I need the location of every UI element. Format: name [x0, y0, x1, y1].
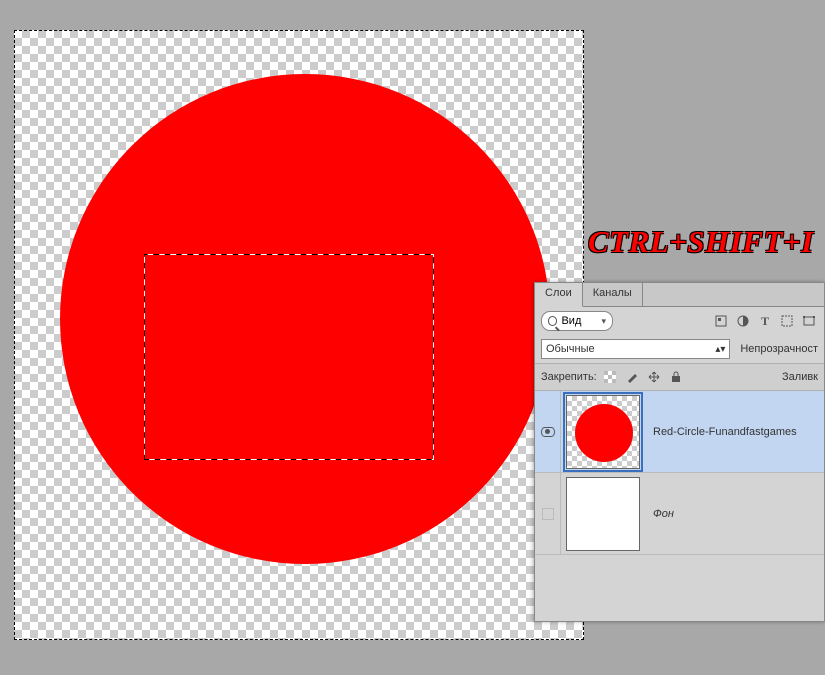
eye-icon — [541, 427, 555, 437]
lock-move-icon[interactable] — [645, 368, 663, 386]
lock-label: Закрепить: — [541, 371, 597, 383]
filter-input[interactable] — [561, 315, 597, 327]
fill-label: Заливк — [782, 371, 818, 383]
blend-row: Обычные ▴▾ Непрозрачност — [535, 335, 824, 363]
visibility-toggle[interactable] — [535, 391, 561, 472]
filter-type-icon[interactable]: T — [756, 312, 774, 330]
layer-thumbnail[interactable] — [566, 477, 640, 551]
lock-transparent-icon[interactable] — [601, 368, 619, 386]
opacity-label: Непрозрачност — [740, 343, 818, 355]
lock-paint-icon[interactable] — [623, 368, 641, 386]
layer-row[interactable]: Фон — [535, 473, 824, 555]
lock-row: Закрепить: Заливк — [535, 363, 824, 391]
red-circle-shape — [60, 74, 550, 564]
layer-filter[interactable]: ▾ — [541, 311, 613, 331]
layer-row[interactable]: Red-Circle-Funandfastgames — [535, 391, 824, 473]
dropdown-icon: ▴▾ — [715, 344, 725, 355]
visibility-toggle[interactable] — [535, 473, 561, 554]
layer-name[interactable]: Red-Circle-Funandfastgames — [645, 391, 824, 472]
blend-mode-value: Обычные — [546, 343, 595, 355]
layer-thumbnail[interactable] — [566, 395, 640, 469]
canvas-area — [0, 0, 588, 675]
layers-panel: Слои Каналы ▾ T — [534, 282, 825, 622]
filter-smart-icon[interactable] — [800, 312, 818, 330]
workspace: CTRL+SHIFT+I Слои Каналы ▾ T — [0, 0, 825, 675]
filter-pixel-icon[interactable] — [712, 312, 730, 330]
filter-shape-icon[interactable] — [778, 312, 796, 330]
search-icon — [548, 316, 557, 326]
visibility-empty — [542, 508, 554, 520]
tab-layers[interactable]: Слои — [535, 283, 583, 307]
layer-list: Red-Circle-Funandfastgames Фон — [535, 391, 824, 555]
filter-adjust-icon[interactable] — [734, 312, 752, 330]
canvas[interactable] — [14, 30, 584, 640]
shortcut-annotation: CTRL+SHIFT+I — [588, 224, 814, 260]
panel-tabs: Слои Каналы — [535, 283, 824, 307]
lock-all-icon[interactable] — [667, 368, 685, 386]
dropdown-icon: ▾ — [601, 316, 606, 327]
filter-row: ▾ T — [535, 307, 824, 335]
tab-channels[interactable]: Каналы — [583, 283, 643, 306]
layer-name[interactable]: Фон — [645, 473, 824, 554]
blend-mode-select[interactable]: Обычные ▴▾ — [541, 339, 730, 359]
